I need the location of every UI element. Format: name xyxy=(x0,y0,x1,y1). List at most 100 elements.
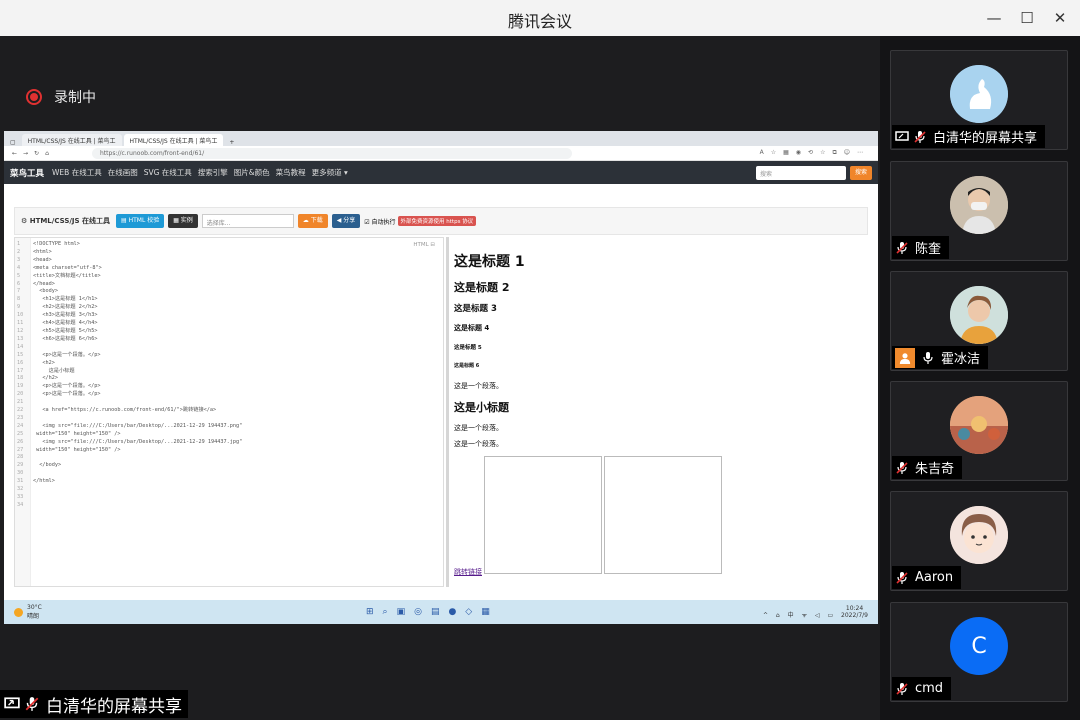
preview-h4: 这是标题 4 xyxy=(454,324,490,332)
code-text[interactable]: <!DOCTYPE html> <html> <head> <meta char… xyxy=(33,241,242,486)
mic-muted-icon xyxy=(914,130,926,143)
share-stage: 录制中 ▢ HTML/CSS/JS 在线工具 | 菜鸟工 HTML/CSS/JS… xyxy=(0,36,880,720)
nav-item[interactable]: SVG 在线工具 xyxy=(144,167,192,178)
system-tray[interactable]: ^ ⌂ 中 ᯤ ◁ ▭ 10:24 2022/7/9 xyxy=(763,605,868,619)
autorun-checkbox[interactable]: ☑ 自动执行 xyxy=(364,217,395,226)
screen-share-label: 白清华的屏幕共享 xyxy=(0,690,188,718)
browser-tab-active[interactable]: HTML/CSS/JS 在线工具 | 菜鸟工 xyxy=(123,134,224,146)
participant-panel: 白清华的屏幕共享 陈奎 霍冰洁 朱吉奇 Aaron C cmd xyxy=(880,36,1080,720)
cartoon-avatar xyxy=(950,506,1008,564)
site-nav: 菜鸟工具 WEB 在线工具 在线画图 SVG 在线工具 搜索引擎 图片&颜色 菜… xyxy=(4,161,878,184)
code-editor[interactable]: 1 2 3 4 5 6 7 8 9 10 11 12 13 14 15 16 1… xyxy=(14,237,444,587)
participant-name-tag: 白清华的屏幕共享 xyxy=(892,125,1046,148)
participant-card[interactable]: 朱吉奇 xyxy=(890,381,1068,481)
preview-h5: 这是标题 5 xyxy=(454,345,482,351)
participant-name: 霍冰洁 xyxy=(941,352,981,367)
sun-icon xyxy=(14,607,23,617)
preview-h6: 这是标题 6 xyxy=(454,363,480,369)
address-bar: ←→↻⌂ https://c.runoob.com/front-end/61/ … xyxy=(4,146,878,161)
site-search-button[interactable]: 搜索 xyxy=(850,165,872,180)
weather-desc: 晴朗 xyxy=(27,613,40,620)
weather-widget[interactable]: 30°C 晴朗 xyxy=(14,604,42,620)
nav-item[interactable]: 在线画图 xyxy=(108,167,138,178)
line-numbers: 1 2 3 4 5 6 7 8 9 10 11 12 13 14 15 16 1… xyxy=(17,241,24,508)
preview-pane: 这是标题 1 这是标题 2 这是标题 3 这是标题 4 这是标题 5 这是标题 … xyxy=(446,237,870,587)
site-brand[interactable]: 菜鸟工具 xyxy=(10,167,44,179)
photo-avatar xyxy=(950,286,1008,344)
window-titlebar: 腾讯会议 — ☐ ✕ xyxy=(0,0,1080,36)
share-label-text: 白清华的屏幕共享 xyxy=(46,696,182,717)
window-title: 腾讯会议 xyxy=(507,12,572,31)
browser-tab[interactable]: HTML/CSS/JS 在线工具 | 菜鸟工 xyxy=(21,134,122,146)
preview-paragraph: 这是一个段落。 xyxy=(454,440,503,448)
browser-tools-icon[interactable]: A☆▦◉⟲☆⧉☺⋯ xyxy=(760,149,870,157)
clock-date: 2022/7/9 xyxy=(841,612,868,619)
preview-link[interactable]: 跳转链接 xyxy=(454,567,482,577)
preview-paragraph: 这是一个段落。 xyxy=(454,382,503,390)
person-icon xyxy=(895,347,915,368)
https-badge: 外部免费资源使用 https 协议 xyxy=(397,216,477,226)
nav-item[interactable]: 更多频道 ▾ xyxy=(312,167,348,178)
tool-row: ⚙ HTML/CSS/JS 在线工具 ▤ HTML 校验 ▦ 实例 选择库...… xyxy=(14,207,868,235)
share-button[interactable]: ◀ 分享 xyxy=(331,214,361,228)
recording-indicator: 录制中 xyxy=(26,87,96,107)
broken-image-1 xyxy=(484,456,602,574)
nav-item[interactable]: 图片&颜色 xyxy=(234,167,270,178)
mic-muted-icon xyxy=(896,571,908,584)
minimize-button[interactable]: — xyxy=(982,6,1006,30)
participant-card[interactable]: Aaron xyxy=(890,491,1068,591)
download-button[interactable]: ☁ 下载 xyxy=(297,214,328,228)
maximize-button[interactable]: ☐ xyxy=(1015,6,1039,30)
participant-card[interactable]: 白清华的屏幕共享 xyxy=(890,50,1068,150)
mic-muted-icon xyxy=(896,682,908,695)
preview-h2: 这是标题 2 xyxy=(454,281,510,294)
nav-item[interactable]: 搜索引擎 xyxy=(198,167,228,178)
ime-indicator[interactable]: 中 xyxy=(788,612,797,619)
close-button[interactable]: ✕ xyxy=(1048,6,1072,30)
preview-h1: 这是标题 1 xyxy=(454,254,525,270)
preview-h3: 这是标题 3 xyxy=(454,304,497,314)
broken-image-2 xyxy=(604,456,722,574)
tab-list-icon[interactable]: ▢ xyxy=(10,139,16,146)
shared-screen: ▢ HTML/CSS/JS 在线工具 | 菜鸟工 HTML/CSS/JS 在线工… xyxy=(4,131,878,624)
new-tab-icon[interactable]: + xyxy=(229,139,234,146)
mic-muted-icon xyxy=(25,697,39,711)
participant-name: Aaron xyxy=(915,570,954,585)
screen-share-icon xyxy=(895,130,909,141)
language-tag: HTML ⊟ xyxy=(413,242,435,248)
participant-name: 陈奎 xyxy=(915,242,942,257)
participant-name: 朱吉奇 xyxy=(915,462,955,477)
recording-label: 录制中 xyxy=(54,90,96,106)
taskbar-apps-icon[interactable]: ⊞⌕▣◎▤●◇▦ xyxy=(366,607,499,617)
photo-avatar xyxy=(950,396,1008,454)
participant-name-tag: cmd xyxy=(892,677,952,700)
example-button[interactable]: ▦ 实例 xyxy=(168,214,198,228)
participant-name: cmd xyxy=(915,681,944,696)
mic-icon xyxy=(923,351,933,364)
participant-card[interactable]: 陈奎 xyxy=(890,161,1068,261)
clock-time: 10:24 xyxy=(845,605,864,612)
nav-buttons[interactable]: ←→↻⌂ xyxy=(12,150,62,157)
preview-paragraph: 这是一个段落。 xyxy=(454,424,503,432)
swan-avatar xyxy=(950,65,1008,123)
windows-taskbar: 30°C 晴朗 ⊞⌕▣◎▤●◇▦ ^ ⌂ 中 ᯤ ◁ ▭ 10:24 2022/… xyxy=(4,600,878,624)
html-validate-button[interactable]: ▤ HTML 校验 xyxy=(116,214,165,228)
letter-avatar: C xyxy=(950,617,1008,675)
nav-item[interactable]: 菜鸟教程 xyxy=(276,167,306,178)
library-select[interactable]: 选择库... xyxy=(201,214,294,228)
record-icon xyxy=(26,89,42,105)
weather-temp: 30°C xyxy=(27,604,42,611)
participant-name-tag: 陈奎 xyxy=(892,236,950,259)
site-search-input[interactable]: 搜索 xyxy=(756,165,846,180)
screen-share-icon xyxy=(4,697,20,709)
photo-avatar xyxy=(950,176,1008,234)
participant-card[interactable]: 霍冰洁 xyxy=(890,271,1068,371)
participant-card[interactable]: C cmd xyxy=(890,602,1068,702)
url-field[interactable]: https://c.runoob.com/front-end/61/ xyxy=(92,147,572,159)
nav-item[interactable]: WEB 在线工具 xyxy=(52,167,102,178)
mic-muted-icon xyxy=(896,241,908,254)
preview-subtitle: 这是小标题 xyxy=(454,401,509,414)
participant-name-tag: Aaron xyxy=(892,566,962,589)
tool-title: ⚙ HTML/CSS/JS 在线工具 xyxy=(21,217,111,225)
browser-tabs: ▢ HTML/CSS/JS 在线工具 | 菜鸟工 HTML/CSS/JS 在线工… xyxy=(4,131,878,146)
